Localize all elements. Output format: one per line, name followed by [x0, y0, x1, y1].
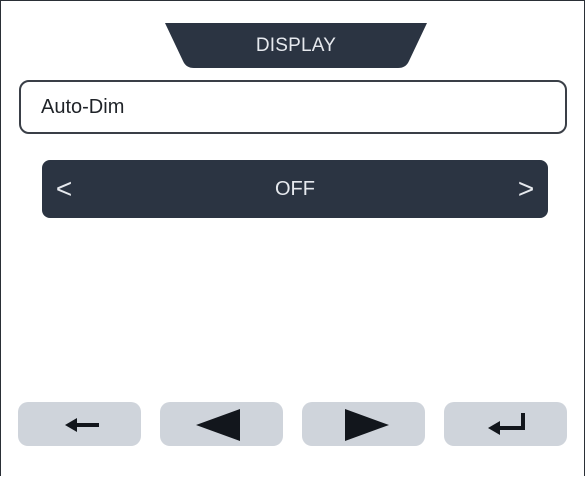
selector-prev-arrow[interactable]: <: [44, 160, 84, 218]
back-button[interactable]: [18, 402, 141, 446]
triangle-left-icon: [196, 409, 240, 441]
header-tab: DISPLAY: [165, 23, 427, 68]
enter-return-icon: [488, 413, 525, 435]
setting-name-field: Auto-Dim: [19, 80, 567, 134]
page-title: DISPLAY: [255, 35, 337, 56]
setting-name-label: Auto-Dim: [41, 96, 125, 118]
selector-next-arrow[interactable]: >: [506, 160, 546, 218]
enter-button[interactable]: [444, 402, 567, 446]
selector-value: OFF: [275, 178, 315, 200]
arrow-left-icon: [65, 418, 99, 432]
next-button[interactable]: [302, 402, 425, 446]
prev-button[interactable]: [160, 402, 283, 446]
value-selector: < OFF >: [42, 160, 548, 218]
triangle-right-icon: [345, 409, 389, 441]
